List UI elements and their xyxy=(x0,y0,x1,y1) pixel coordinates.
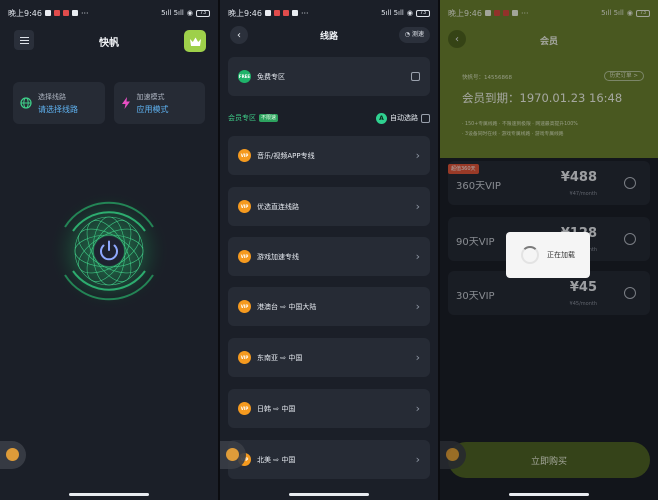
speed-test-label: 测速 xyxy=(411,31,424,38)
lightning-icon xyxy=(121,97,130,109)
free-badge-icon: FREE xyxy=(238,70,251,83)
route-label: 港澳台 ⇨ 中国大陆 xyxy=(257,302,317,311)
home-header: 快帆 xyxy=(0,28,218,56)
crown-icon xyxy=(189,37,201,46)
vip-badge-icon: VIP xyxy=(238,200,251,213)
route-item[interactable]: VIP 北美 ⇨ 中国 › xyxy=(228,440,430,479)
chevron-right-icon: › xyxy=(415,200,420,213)
card-value: 应用模式 xyxy=(136,104,169,114)
vip-badge-icon: VIP xyxy=(238,351,251,364)
status-bar: 晚上9:46 ··· 5ıll 5ıll ◉ 73 xyxy=(0,0,218,26)
route-item[interactable]: VIP 音乐/视频APP专线 › xyxy=(228,136,430,175)
battery-icon: 73 xyxy=(416,9,430,17)
chevron-right-icon: › xyxy=(415,351,420,364)
three-screen-composite: 晚上9:46 ··· 5ıll 5ıll ◉ 73 快帆 选择线路 请选择线路 … xyxy=(0,0,658,500)
status-more: ··· xyxy=(80,8,89,18)
gauge-icon: ◔ xyxy=(404,31,410,38)
coin-icon xyxy=(6,448,19,461)
status-more: ··· xyxy=(300,8,309,18)
vip-badge-icon: VIP xyxy=(238,250,251,263)
route-label: 日韩 ⇨ 中国 xyxy=(257,404,296,413)
vip-button[interactable] xyxy=(184,30,206,52)
route-item[interactable]: VIP 优选直连线路 › xyxy=(228,187,430,226)
route-item[interactable]: VIP 游戏加速专线 › xyxy=(228,237,430,276)
coin-icon xyxy=(226,448,239,461)
route-item[interactable]: VIP 港澳台 ⇨ 中国大陆 › xyxy=(228,287,430,326)
card-title: 加速模式 xyxy=(136,92,165,101)
wifi-icon: ◉ xyxy=(406,9,413,17)
route-label: 音乐/视频APP专线 xyxy=(257,151,315,160)
unlimited-speed-tag: 不限速 xyxy=(259,114,279,122)
notification-icon xyxy=(53,10,60,16)
notification-icon xyxy=(273,10,280,16)
vip-badge-icon: VIP xyxy=(238,402,251,415)
free-zone-label: 免费专区 xyxy=(257,72,285,81)
chevron-right-icon: › xyxy=(415,402,420,415)
notification-icon xyxy=(71,10,78,16)
home-indicator[interactable] xyxy=(289,493,369,496)
route-label: 优选直连线路 xyxy=(257,202,299,211)
chevron-right-icon: › xyxy=(415,250,420,263)
route-label: 北美 ⇨ 中国 xyxy=(257,455,296,464)
notification-icon xyxy=(291,10,298,16)
notification-icon xyxy=(62,10,69,16)
free-zone-row[interactable]: FREE 免费专区 xyxy=(228,57,430,96)
vip-badge-icon: VIP xyxy=(238,300,251,313)
chevron-right-icon: › xyxy=(415,149,420,162)
route-item[interactable]: VIP 日韩 ⇨ 中国 › xyxy=(228,389,430,428)
status-bar: 晚上9:46 ··· 5ıll 5ıll ◉ 73 xyxy=(220,0,438,26)
auto-select-label: 自动选路 xyxy=(390,114,418,122)
status-time: 晚上9:46 xyxy=(228,8,262,18)
free-zone-checkbox[interactable] xyxy=(411,72,420,81)
vip-badge-icon: VIP xyxy=(238,149,251,162)
status-time: 晚上9:46 xyxy=(8,8,42,18)
card-title: 选择线路 xyxy=(38,92,66,101)
vip-zone-label: 会员专区 xyxy=(228,114,256,122)
signal-icon: 5ıll 5ıll xyxy=(381,9,404,17)
routes-header: ‹ 线路 ◔ 测速 xyxy=(220,26,438,46)
route-item[interactable]: VIP 东南亚 ⇨ 中国 › xyxy=(228,338,430,377)
route-select-card[interactable]: 选择线路 请选择线路 xyxy=(13,82,105,124)
spinner-icon xyxy=(521,246,539,264)
accel-mode-card[interactable]: 加速模式 应用模式 xyxy=(113,82,205,124)
home-indicator[interactable] xyxy=(69,493,149,496)
card-value: 请选择线路 xyxy=(38,104,78,114)
auto-icon: A xyxy=(376,112,387,124)
routes-screen: 晚上9:46 ··· 5ıll 5ıll ◉ 73 ‹ 线路 ◔ 测速 FREE xyxy=(220,0,438,500)
auto-select-toggle[interactable]: A 自动选路 xyxy=(376,112,430,124)
home-screen: 晚上9:46 ··· 5ıll 5ıll ◉ 73 快帆 选择线路 请选择线路 … xyxy=(0,0,218,500)
notification-icon xyxy=(282,10,289,16)
chevron-right-icon: › xyxy=(415,453,420,466)
vip-zone-header: 会员专区 不限速 A 自动选路 xyxy=(228,112,430,124)
power-button[interactable] xyxy=(49,191,169,311)
loading-text: 正在加载 xyxy=(547,251,575,259)
route-label: 游戏加速专线 xyxy=(257,252,299,261)
battery-icon: 73 xyxy=(196,9,210,17)
loading-dialog: 正在加载 xyxy=(506,232,590,278)
home-indicator[interactable] xyxy=(509,493,589,496)
speed-test-button[interactable]: ◔ 测速 xyxy=(398,27,430,43)
wifi-icon: ◉ xyxy=(186,9,193,17)
chevron-right-icon: › xyxy=(415,300,420,313)
membership-screen: 晚上9:46 ··· 5ıll 5ıll ◉ 73 ‹ 会员 快帆号：14556… xyxy=(440,0,658,500)
globe-icon xyxy=(20,97,32,109)
floating-assistant-button[interactable] xyxy=(0,441,26,469)
auto-select-checkbox[interactable] xyxy=(421,113,430,123)
wifi-hotspot-icon xyxy=(264,10,271,16)
signal-icon: 5ıll 5ıll xyxy=(161,9,184,17)
route-label: 东南亚 ⇨ 中国 xyxy=(257,353,303,362)
wifi-hotspot-icon xyxy=(44,10,51,16)
